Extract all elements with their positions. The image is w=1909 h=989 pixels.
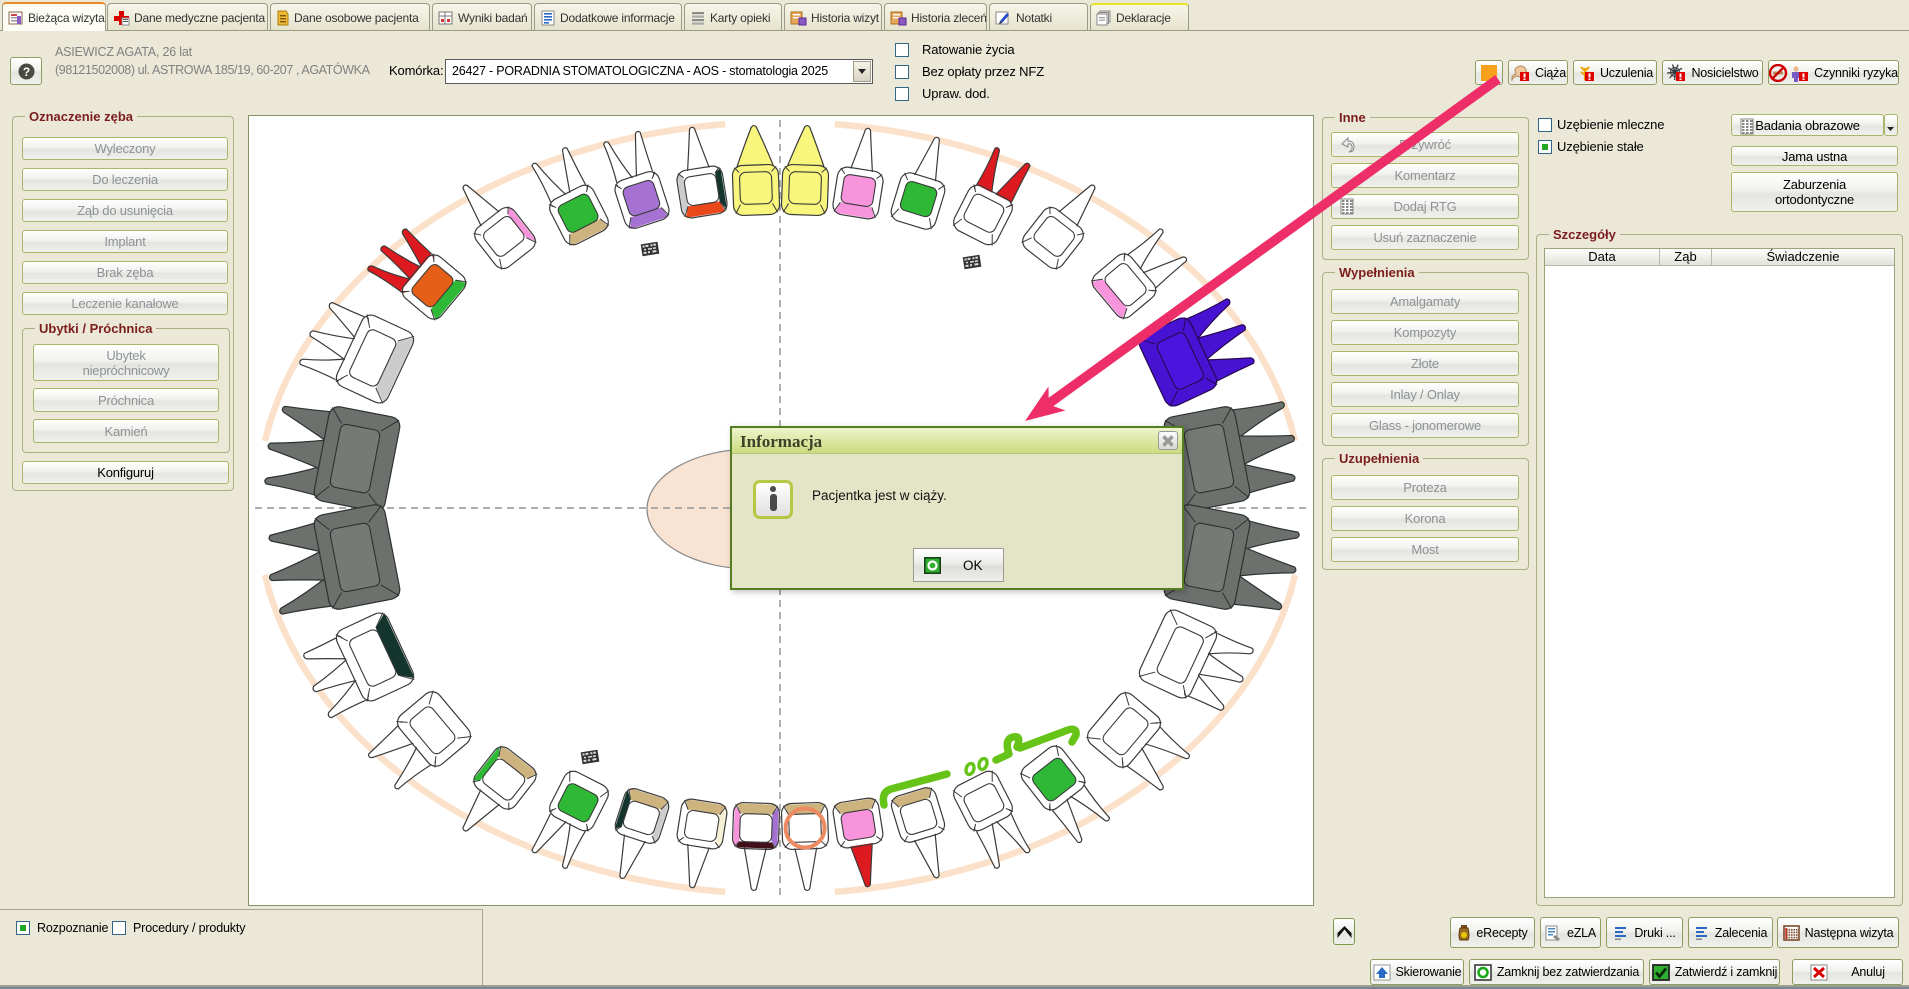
- svg-text:?: ?: [22, 65, 29, 79]
